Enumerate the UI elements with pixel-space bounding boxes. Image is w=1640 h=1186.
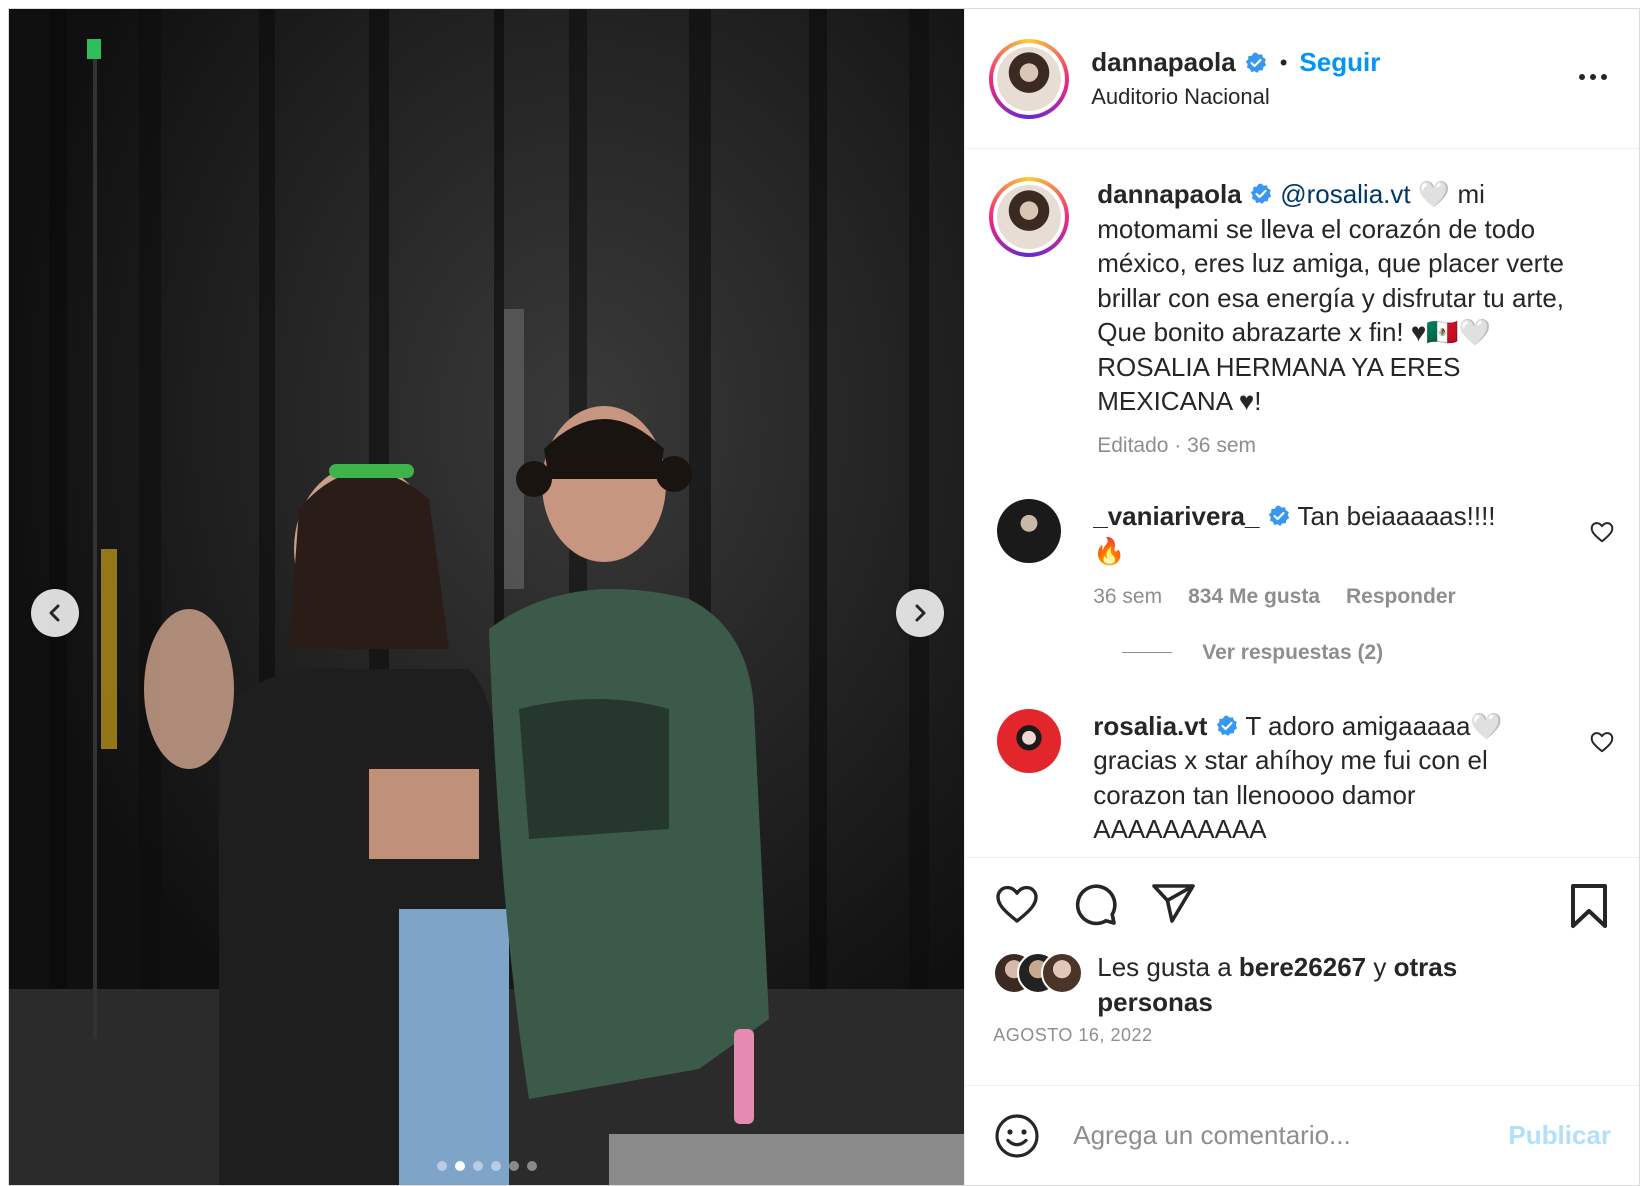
comment-item: _vaniarivera_ Tan beiaaaaas!!!! 🔥 36 sem… xyxy=(989,499,1615,615)
post-actions: Les gusta a bere26267 y otras personas A… xyxy=(965,857,1639,1085)
carousel-dot xyxy=(472,1161,483,1171)
comment-icon[interactable] xyxy=(1071,880,1119,928)
carousel-dot-active xyxy=(454,1161,465,1171)
likes-text: Les gusta a bere26267 y otras personas xyxy=(1097,950,1517,1019)
verified-icon xyxy=(1250,183,1272,204)
comments-section[interactable]: dannapaola @rosalia.vt 🤍 mi motomami se … xyxy=(965,149,1639,857)
heart-icon[interactable] xyxy=(993,880,1041,928)
header-text: dannapaola • Seguir Auditorio Nacional xyxy=(1091,47,1380,110)
comment-likes[interactable]: 834 Me gusta xyxy=(1188,580,1320,615)
caption-text: 🤍 mi motomami se lleva el corazón de tod… xyxy=(1097,179,1565,416)
comment-username[interactable]: rosalia.vt xyxy=(1093,711,1207,741)
view-replies-button[interactable]: Ver respuestas (2) xyxy=(1122,641,1615,665)
post-header: dannapaola • Seguir Auditorio Nacional xyxy=(965,9,1639,149)
bookmark-icon[interactable] xyxy=(1567,882,1611,930)
more-icon-dot xyxy=(1590,74,1596,80)
post-photo xyxy=(9,9,965,1185)
comment-input[interactable] xyxy=(1071,1119,1479,1152)
chevron-left-icon xyxy=(49,604,60,622)
likes-prefix: Les gusta a xyxy=(1097,952,1239,982)
follow-button[interactable]: Seguir xyxy=(1299,47,1380,78)
caption-mention[interactable]: @rosalia.vt xyxy=(1280,179,1410,209)
verified-icon xyxy=(1268,505,1289,526)
previous-photo-button[interactable] xyxy=(31,589,79,637)
comment-time[interactable]: 36 sem xyxy=(1093,580,1162,615)
author-avatar[interactable] xyxy=(989,38,1070,119)
header-row: dannapaola • Seguir xyxy=(1091,47,1380,78)
carousel-dot xyxy=(436,1161,447,1171)
heart-icon[interactable] xyxy=(1589,729,1615,755)
more-icon-dot xyxy=(1601,74,1607,80)
post-side-panel: dannapaola • Seguir Auditorio Nacional d… xyxy=(964,9,1639,1185)
likes-summary: Les gusta a bere26267 y otras personas xyxy=(993,950,1611,1019)
liker-avatars[interactable] xyxy=(993,952,1084,996)
post-date[interactable]: AGOSTO 16, 2022 xyxy=(993,1025,1611,1046)
caption-author-avatar[interactable] xyxy=(989,177,1070,257)
reply-button[interactable]: Responder xyxy=(1346,580,1456,615)
caption-username[interactable]: dannapaola xyxy=(1097,179,1241,209)
share-icon[interactable] xyxy=(1149,880,1197,928)
commenter-avatar[interactable] xyxy=(997,499,1062,563)
comment-body: rosalia.vt T adoro amigaaaaa🤍 gracias x … xyxy=(1093,709,1533,847)
comment-body: _vaniarivera_ Tan beiaaaaas!!!! 🔥 36 sem… xyxy=(1093,499,1533,615)
comment-actions: 36 sem 834 Me gusta Responder xyxy=(1093,580,1533,615)
post-caption: dannapaola @rosalia.vt 🤍 mi motomami se … xyxy=(989,177,1615,463)
smile-icon[interactable] xyxy=(993,1112,1041,1160)
more-options-button[interactable] xyxy=(1575,67,1611,87)
heart-icon[interactable] xyxy=(1589,519,1615,545)
carousel-dot xyxy=(508,1161,519,1171)
header-separator: • xyxy=(1279,49,1288,75)
carousel-dot xyxy=(526,1161,537,1171)
avatar-border xyxy=(993,42,1066,115)
post-container: dannapaola • Seguir Auditorio Nacional d… xyxy=(8,8,1640,1186)
likes-middle: y xyxy=(1366,952,1394,982)
liker-avatar xyxy=(1041,952,1084,994)
carousel-dot xyxy=(490,1161,501,1171)
view-replies-label: Ver respuestas (2) xyxy=(1202,640,1384,664)
avatar-border xyxy=(993,181,1066,253)
chevron-right-icon xyxy=(915,604,926,622)
replies-divider xyxy=(1122,652,1173,653)
publish-button[interactable]: Publicar xyxy=(1508,1120,1611,1151)
commenter-avatar[interactable] xyxy=(997,708,1062,773)
add-comment-bar: Publicar xyxy=(965,1085,1639,1185)
action-icons xyxy=(993,876,1611,932)
caption-body: dannapaola @rosalia.vt 🤍 mi motomami se … xyxy=(1097,177,1577,463)
next-photo-button[interactable] xyxy=(896,589,944,637)
avatar-image xyxy=(997,185,1062,249)
post-location[interactable]: Auditorio Nacional xyxy=(1091,84,1380,110)
liker-username[interactable]: bere26267 xyxy=(1239,952,1366,982)
comment-item: rosalia.vt T adoro amigaaaaa🤍 gracias x … xyxy=(989,708,1615,847)
more-icon xyxy=(1579,74,1585,80)
author-username[interactable]: dannapaola xyxy=(1091,47,1235,78)
carousel-indicator xyxy=(9,1161,964,1171)
verified-icon xyxy=(1216,715,1237,736)
post-media xyxy=(9,9,965,1185)
avatar-image xyxy=(997,46,1062,111)
comment-username[interactable]: _vaniarivera_ xyxy=(1093,501,1259,531)
caption-meta: Editado · 36 sem xyxy=(1097,433,1256,457)
verified-icon xyxy=(1245,52,1266,73)
